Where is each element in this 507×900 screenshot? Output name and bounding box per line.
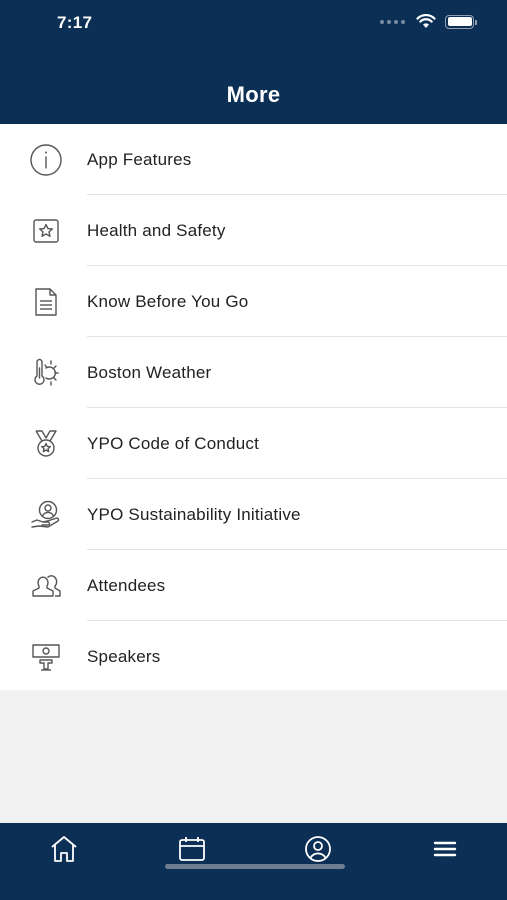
menu-item-boston-weather[interactable]: Boston Weather: [0, 337, 507, 408]
podium-icon: [28, 639, 64, 675]
tab-menu[interactable]: [425, 833, 465, 865]
document-icon: [28, 284, 64, 320]
menu-item-ypo-sustainability-initiative[interactable]: YPO Sustainability Initiative: [0, 479, 507, 550]
page-title: More: [226, 82, 281, 107]
menu-item-label: Know Before You Go: [87, 291, 249, 311]
hand-person-icon: [28, 497, 64, 533]
profile-icon: [305, 836, 331, 862]
home-indicator: [165, 864, 345, 869]
menu-item-know-before-you-go[interactable]: Know Before You Go: [0, 266, 507, 337]
status-time: 7:17: [57, 13, 93, 32]
more-menu-list: App Features Health and Safety Know Befo…: [0, 124, 507, 690]
tab-bar: [0, 823, 507, 900]
menu-item-label: YPO Code of Conduct: [87, 433, 260, 453]
battery-icon: [445, 14, 477, 29]
thermometer-sun-icon: [28, 355, 64, 391]
tab-profile[interactable]: [298, 833, 338, 865]
header: 7:17 More: [0, 0, 507, 124]
info-icon: [28, 142, 64, 178]
menu-icon: [433, 841, 457, 857]
menu-item-label: App Features: [87, 149, 192, 169]
menu-item-label: YPO Sustainability Initiative: [87, 504, 301, 524]
menu-item-speakers[interactable]: Speakers: [0, 621, 507, 692]
menu-item-label: Attendees: [87, 575, 166, 595]
menu-item-label: Health and Safety: [87, 220, 226, 240]
calendar-icon: [179, 837, 205, 861]
people-icon: [28, 568, 64, 604]
tab-home[interactable]: [44, 833, 84, 865]
menu-item-label: Boston Weather: [87, 362, 212, 382]
star-badge-icon: [28, 213, 64, 249]
menu-item-health-and-safety[interactable]: Health and Safety: [0, 195, 507, 266]
tab-calendar[interactable]: [172, 833, 212, 865]
home-icon: [51, 836, 77, 862]
menu-item-attendees[interactable]: Attendees: [0, 550, 507, 621]
cellular-signal-icon: [380, 19, 405, 24]
wifi-icon: [416, 14, 436, 28]
menu-item-ypo-code-of-conduct[interactable]: YPO Code of Conduct: [0, 408, 507, 479]
menu-item-label: Speakers: [87, 646, 161, 666]
menu-item-app-features[interactable]: App Features: [0, 124, 507, 195]
medal-icon: [28, 426, 64, 462]
status-icons: [380, 14, 477, 29]
